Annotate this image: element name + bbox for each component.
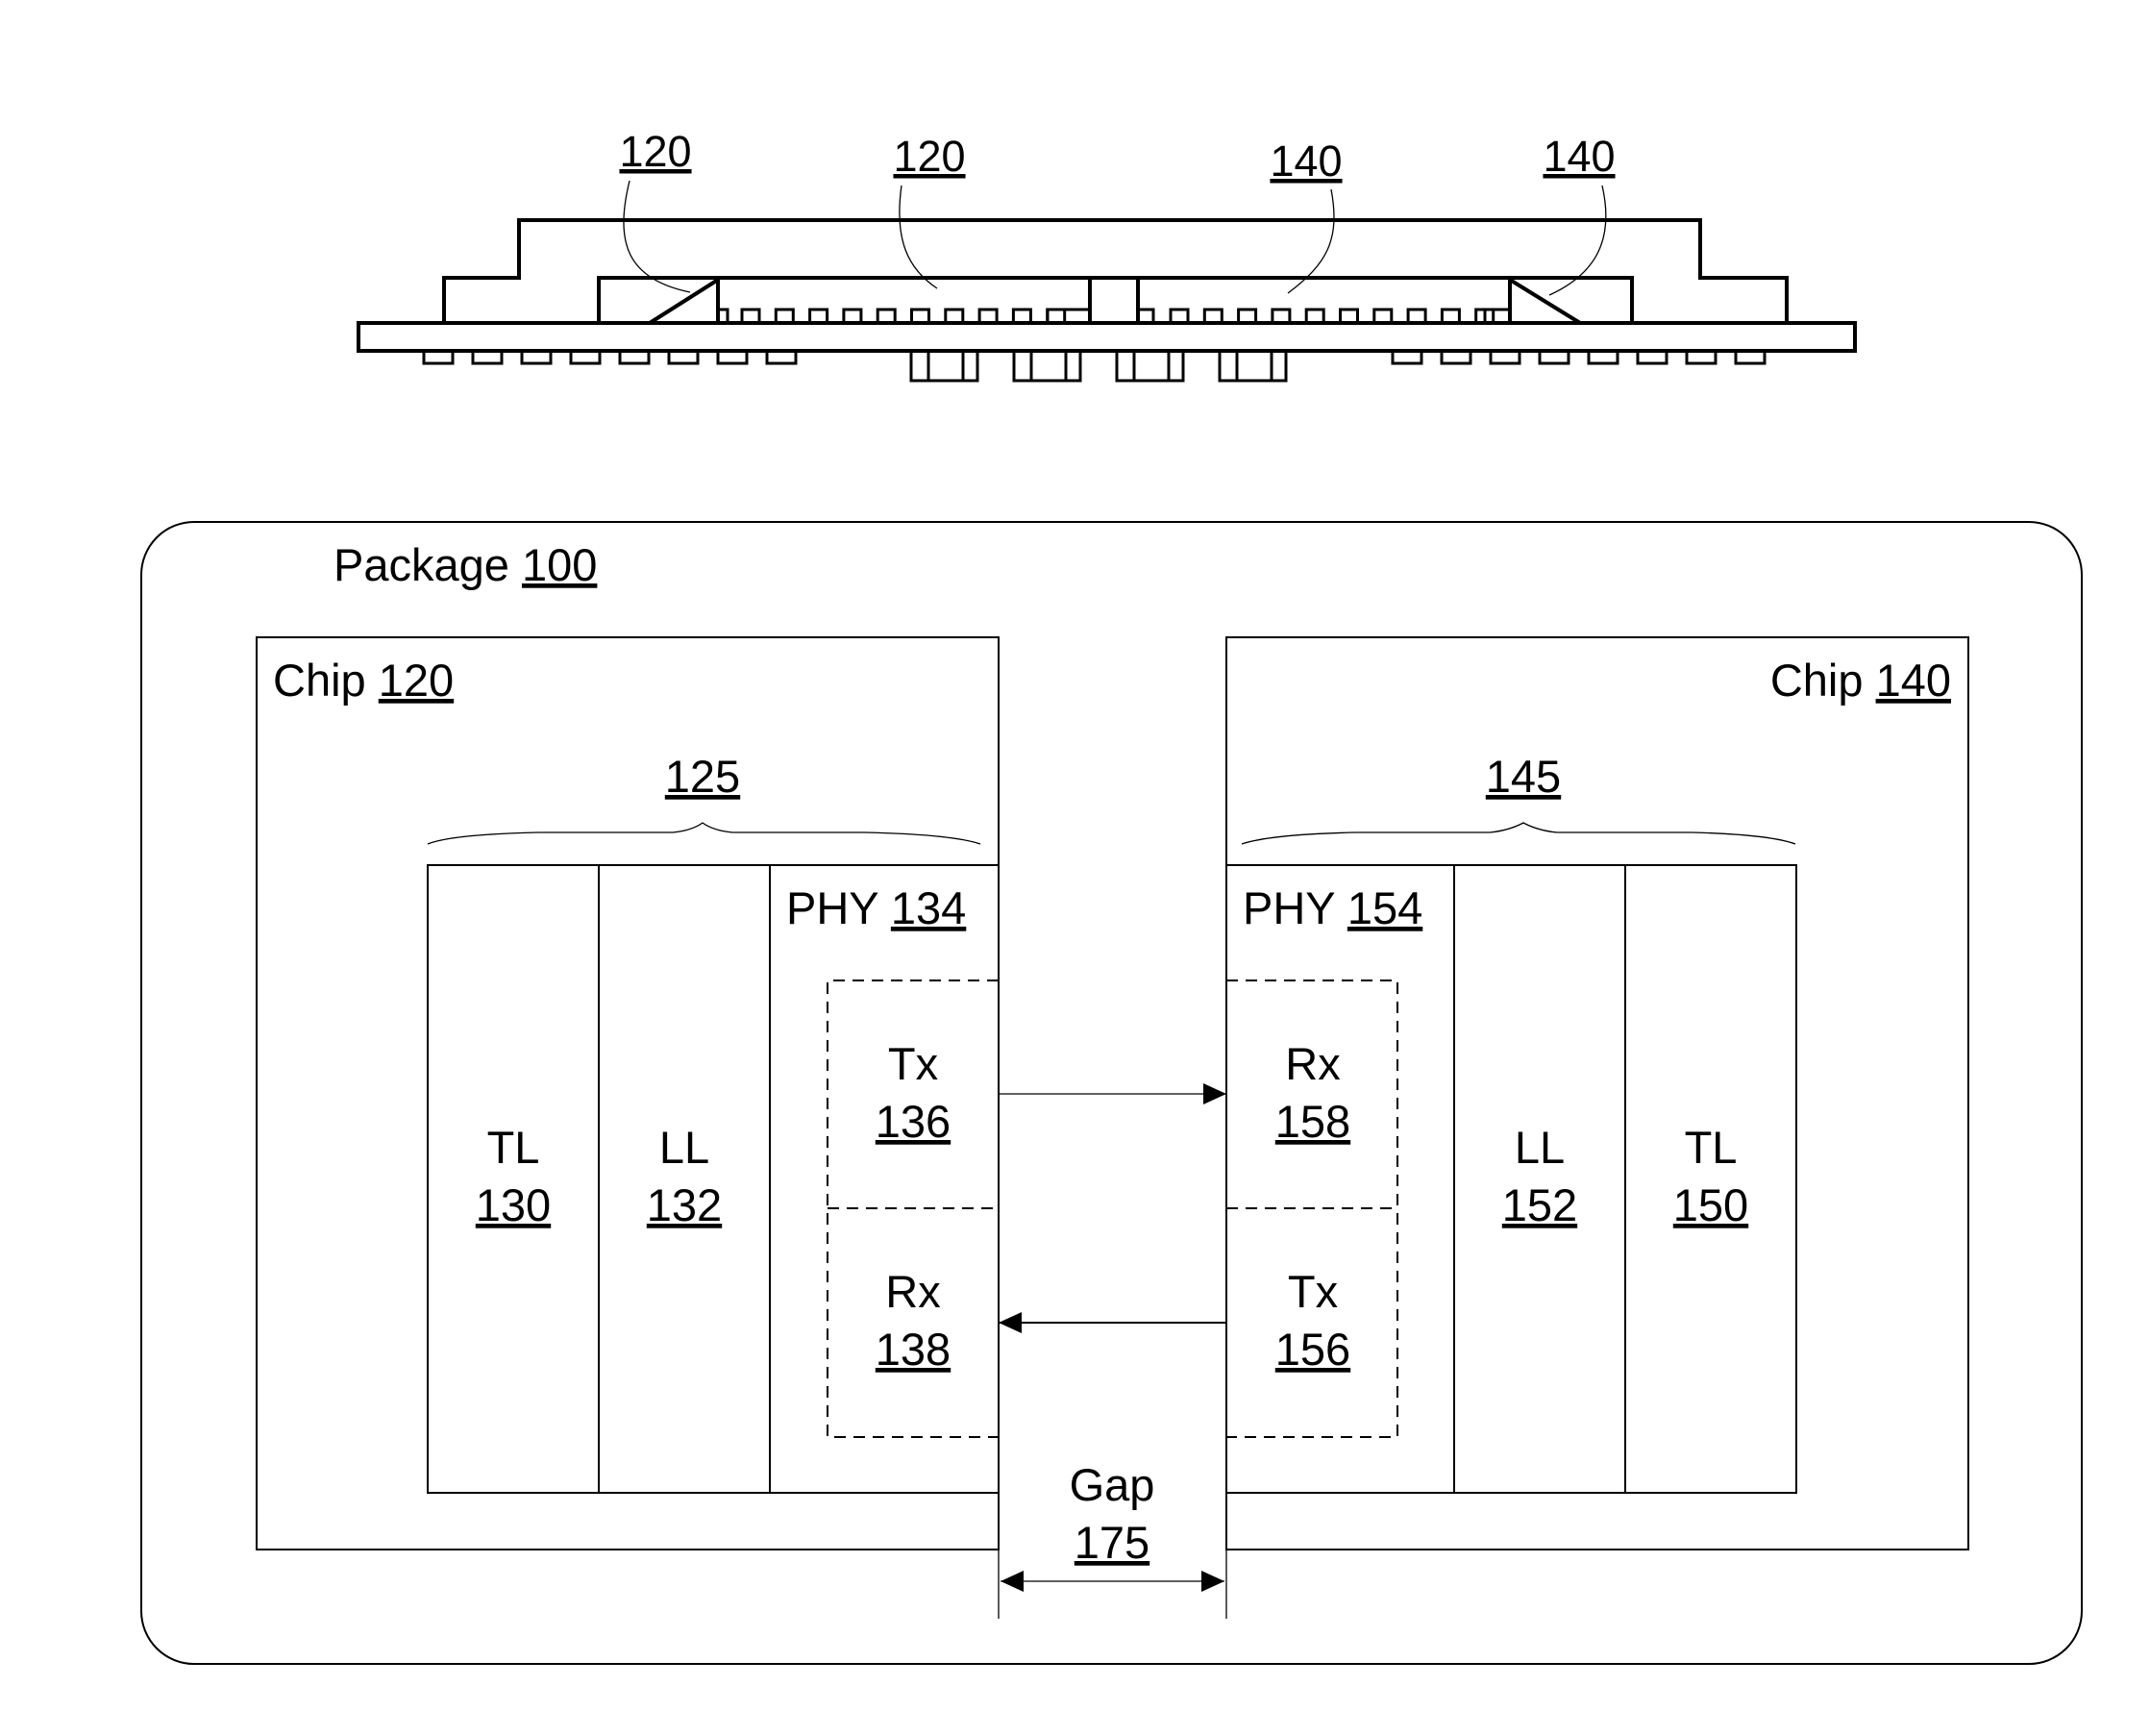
block-name: Rx <box>1285 1038 1340 1089</box>
layer-tl-150: TL 150 <box>1673 1122 1748 1230</box>
layer-name: LL <box>659 1122 709 1173</box>
chip-120-outline <box>256 636 1000 1550</box>
micro-bump <box>1237 308 1258 325</box>
leader-line <box>623 180 691 293</box>
gap-ref: 175 <box>1075 1517 1149 1568</box>
leader-line <box>899 185 938 289</box>
micro-bump <box>1406 308 1427 325</box>
cross-section-label: 140 <box>1270 136 1342 186</box>
bridge-block <box>1088 276 1140 325</box>
stack-125-brace <box>427 822 981 845</box>
rx-158: Rx 158 <box>1275 1038 1350 1147</box>
micro-bump <box>876 308 897 325</box>
block-ref: 158 <box>1275 1096 1350 1147</box>
micro-bump <box>1339 308 1359 325</box>
micro-bump <box>716 308 729 325</box>
cross-section-label: 140 <box>1543 132 1615 181</box>
chip-140-body <box>1136 276 1634 323</box>
chip-140: Chip 140 145 PHY 154 Rx 158 Tx 156 LL 15… <box>1225 636 1969 1550</box>
chip-120-edge-coupler <box>648 278 720 325</box>
layer-ref: 130 <box>476 1179 551 1230</box>
block-name: Tx <box>888 1038 938 1089</box>
package-lid <box>442 218 1789 323</box>
micro-bump <box>842 308 863 325</box>
bridge-bump <box>1012 349 1082 383</box>
layer-phy-154: PHY 154 Rx 158 Tx 156 <box>1226 882 1422 1438</box>
bridge-bump <box>909 349 979 383</box>
chip-140-outline <box>1225 636 1969 1550</box>
layer-title: PHY 154 <box>1243 882 1422 933</box>
layer-title: PHY 134 <box>786 882 966 933</box>
micro-bump <box>1304 308 1325 325</box>
chip-120-title: Chip 120 <box>273 655 454 706</box>
chip-140-edge-coupler <box>1508 278 1582 325</box>
bridge-bump <box>1115 349 1185 383</box>
layer-ll-152: LL 152 <box>1502 1122 1577 1230</box>
cross-section-label: 120 <box>893 132 965 181</box>
bridge-bump <box>1218 349 1288 383</box>
block-ref: 156 <box>1275 1324 1350 1375</box>
figure: 120 120 140 140 Package 100 Chip 120 125… <box>140 127 2083 1665</box>
layer-ref: 152 <box>1502 1179 1577 1230</box>
layer-ref: 150 <box>1673 1179 1748 1230</box>
micro-bump <box>808 308 829 325</box>
layer-ll-132: LL 132 <box>647 1122 722 1230</box>
block-ref: 136 <box>876 1096 951 1147</box>
chip-120: Chip 120 125 TL 130 LL 132 PHY 134 Tx 13… <box>256 636 1000 1550</box>
block-name: Tx <box>1288 1266 1338 1317</box>
chip-140-title: Chip 140 <box>1770 655 1951 706</box>
micro-bump <box>1046 308 1092 325</box>
rx-138: Rx 138 <box>876 1266 951 1375</box>
micro-bumps <box>716 308 1512 325</box>
micro-bump <box>1372 308 1394 325</box>
layer-ref: 132 <box>647 1179 722 1230</box>
cross-section-label: 120 <box>619 127 691 176</box>
micro-bump <box>1011 308 1032 325</box>
layer-name: TL <box>1685 1122 1738 1173</box>
micro-bump <box>774 308 795 325</box>
layer-name: TL <box>487 1122 540 1173</box>
layer-phy-134: PHY 134 Tx 136 Rx 138 <box>786 882 999 1438</box>
layer-tl-130: TL 130 <box>476 1122 551 1230</box>
bridge-bumps <box>909 349 1288 383</box>
package-title: Package 100 <box>334 539 597 590</box>
micro-bump <box>1483 308 1512 325</box>
tx-136: Tx 136 <box>876 1038 951 1147</box>
micro-bump <box>1440 308 1461 325</box>
package-substrate <box>357 321 1857 353</box>
block-name: Rx <box>885 1266 940 1317</box>
cross-section-view: 120 120 140 140 <box>357 127 1857 383</box>
gap-label: Gap <box>1070 1459 1155 1510</box>
micro-bump <box>1202 308 1223 325</box>
micro-bump <box>740 308 761 325</box>
gap-175: Gap 175 <box>998 1459 1227 1619</box>
tx-156: Tx 156 <box>1275 1266 1350 1375</box>
micro-bump <box>910 308 930 325</box>
stack-125-label: 125 <box>665 751 740 802</box>
micro-bump <box>944 308 965 325</box>
block-ref: 138 <box>876 1324 951 1375</box>
micro-bump <box>1046 308 1067 325</box>
micro-bump <box>1271 308 1292 325</box>
stack-145-label: 145 <box>1486 751 1561 802</box>
micro-bump <box>1136 308 1155 325</box>
stack-145-brace <box>1241 822 1796 845</box>
layer-name: LL <box>1515 1122 1565 1173</box>
micro-bump <box>977 308 999 325</box>
micro-bump <box>1169 308 1190 325</box>
